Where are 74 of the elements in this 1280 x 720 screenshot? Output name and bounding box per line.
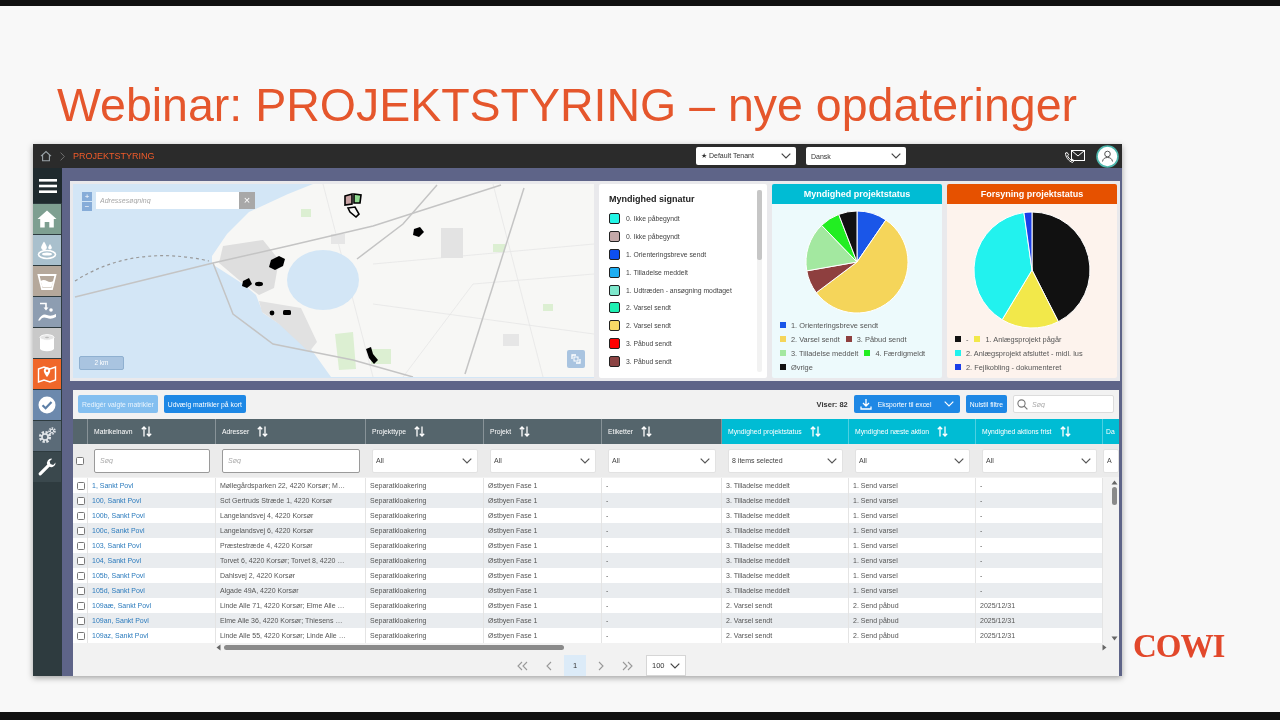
scroll-down-arrow-icon[interactable]: [1110, 636, 1118, 641]
row-checkbox[interactable]: [77, 526, 85, 535]
scroll-left-arrow-icon[interactable]: [216, 644, 221, 651]
map-pin-icon[interactable]: [33, 359, 61, 389]
chevron-down-icon: [1081, 457, 1091, 464]
row-checkbox[interactable]: [77, 601, 85, 610]
download-icon: [859, 398, 872, 410]
horizontal-scrollbar[interactable]: [216, 644, 1107, 651]
sort-icon: [1059, 426, 1071, 437]
lake: [287, 250, 359, 310]
wrench-icon[interactable]: [33, 452, 61, 482]
gears-icon[interactable]: [33, 421, 61, 451]
parcel-marker[interactable]: [242, 278, 252, 288]
home-icon[interactable]: [40, 150, 52, 162]
parcel-marker[interactable]: [413, 227, 424, 237]
sort-icon: [257, 426, 269, 437]
park-area: [301, 209, 311, 217]
row-checkbox[interactable]: [77, 556, 85, 565]
chevron-right-icon: [60, 151, 65, 161]
park-area: [493, 244, 505, 252]
menu-icon[interactable]: [33, 168, 62, 203]
parcel-marker[interactable]: [344, 192, 362, 219]
envelope-phone-icon[interactable]: [1064, 148, 1086, 164]
parcel-marker[interactable]: [366, 347, 378, 364]
chevron-down-icon: [943, 401, 954, 407]
parcel-marker[interactable]: [269, 310, 275, 316]
chevron-down-icon: [462, 457, 472, 464]
scrollbar-thumb[interactable]: [224, 645, 564, 650]
chevron-down-icon: [580, 457, 590, 464]
chevron-down-icon: [827, 457, 837, 464]
scrollbar-thumb[interactable]: [757, 190, 762, 260]
legend-title: Myndighed signatur: [609, 194, 696, 204]
chevron-down-icon: [670, 662, 680, 669]
sort-icon: [519, 426, 531, 437]
checkbox-column-header: [73, 419, 88, 444]
chevron-down-icon: [781, 153, 791, 159]
arrow-wave-icon[interactable]: [33, 297, 61, 327]
row-checkbox[interactable]: [77, 586, 85, 595]
slide-title: Webinar: PROJEKTSTYRING – nye opdateringer: [57, 78, 1077, 132]
built-up-area: [219, 240, 279, 295]
sort-icon: [937, 426, 949, 437]
search-icon: [1017, 398, 1028, 410]
row-checkbox[interactable]: [77, 616, 85, 625]
park-area: [543, 304, 553, 311]
scrollbar-thumb[interactable]: [1111, 487, 1117, 505]
chevron-down-icon: [891, 153, 901, 159]
row-checkbox[interactable]: [77, 631, 85, 640]
built-up-area: [331, 234, 345, 244]
vertical-scrollbar[interactable]: [757, 190, 762, 372]
page-title: PROJEKTSTYRING: [73, 151, 155, 161]
bowl-icon[interactable]: [33, 266, 61, 296]
user-avatar-icon[interactable]: [1096, 144, 1119, 168]
chevron-down-icon: [700, 457, 710, 464]
sort-icon: [140, 426, 152, 437]
row-checkbox[interactable]: [77, 496, 85, 505]
panel-title: Myndighed projektstatus: [772, 184, 942, 204]
parcel-marker[interactable]: [269, 256, 285, 270]
row-checkbox[interactable]: [77, 481, 85, 490]
built-up-area: [259, 301, 317, 352]
panel-title: Forsyning projektstatus: [947, 184, 1117, 204]
scroll-up-arrow-icon[interactable]: [1110, 480, 1118, 485]
row-checkbox[interactable]: [77, 571, 85, 580]
row-checkbox[interactable]: [77, 541, 85, 550]
scroll-right-arrow-icon[interactable]: [1102, 644, 1107, 651]
logo-text: COWI: [1133, 631, 1225, 661]
sort-icon: [809, 426, 821, 437]
sort-icon: [414, 426, 425, 437]
chevron-down-icon: [954, 457, 964, 464]
row-checkbox[interactable]: [77, 511, 85, 520]
park-area: [335, 332, 356, 370]
select-all-checkbox[interactable]: [76, 456, 84, 465]
sort-icon: [640, 426, 652, 437]
parcel-marker[interactable]: [283, 310, 291, 315]
parcel-marker[interactable]: [255, 281, 263, 287]
